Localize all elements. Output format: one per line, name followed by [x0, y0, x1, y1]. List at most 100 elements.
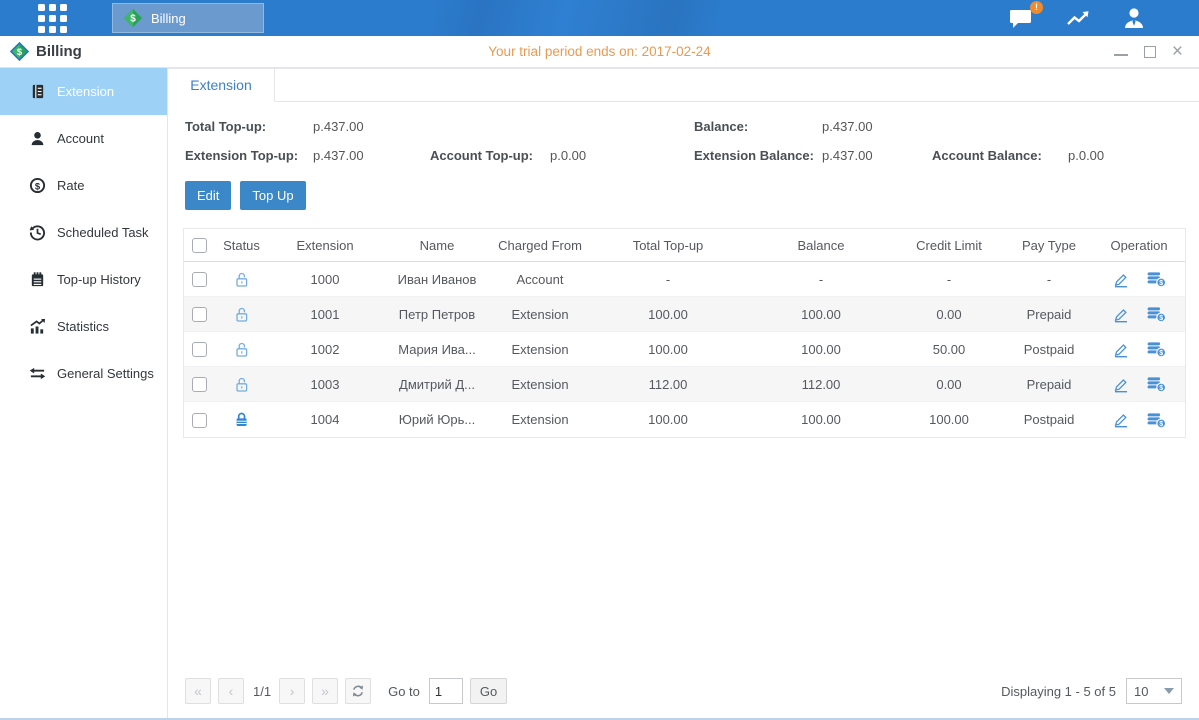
cell-pay-type: - — [1005, 272, 1093, 287]
topup-row-icon[interactable]: $ — [1146, 270, 1167, 288]
displaying-count: Displaying 1 - 5 of 5 — [1001, 684, 1116, 699]
grid-launcher-icon — [38, 4, 67, 33]
tab-extension[interactable]: Extension — [168, 69, 275, 102]
account-topup-value: p.0.00 — [550, 148, 694, 163]
goto-page-input[interactable] — [429, 678, 463, 704]
toolbar: Edit Top Up — [168, 163, 1199, 210]
cell-charged-from: Extension — [493, 412, 587, 427]
cell-credit-limit: 0.00 — [893, 377, 1005, 392]
svg-text:$: $ — [1159, 280, 1163, 287]
history-clock-icon — [28, 224, 46, 241]
col-name: Name — [381, 238, 493, 253]
refresh-button[interactable] — [345, 678, 371, 704]
billing-diamond-icon: $ — [123, 8, 143, 28]
edit-row-icon[interactable] — [1111, 376, 1130, 393]
balance-label: Balance: — [694, 119, 822, 134]
row-checkbox[interactable] — [192, 272, 207, 287]
cell-total-topup: 100.00 — [587, 412, 749, 427]
sidebar-item-label: Rate — [57, 178, 84, 193]
cell-balance: 100.00 — [749, 412, 893, 427]
sidebar-item-extension[interactable]: Extension — [0, 68, 167, 115]
row-checkbox[interactable] — [192, 413, 207, 428]
cell-extension: 1001 — [269, 307, 381, 322]
svg-text:$: $ — [1159, 421, 1163, 428]
user-menu-button[interactable] — [1121, 6, 1147, 30]
taskbar-billing-tab[interactable]: $ Billing — [112, 3, 264, 33]
cell-charged-from: Extension — [493, 307, 587, 322]
sidebar-item-label: Account — [57, 131, 104, 146]
edit-row-icon[interactable] — [1111, 271, 1130, 288]
app-launcher-button[interactable] — [38, 4, 67, 33]
lock-closed-icon[interactable] — [233, 411, 250, 428]
extension-topup-label: Extension Top-up: — [185, 148, 313, 163]
edit-row-icon[interactable] — [1111, 411, 1130, 428]
table-row: 1004 Юрий Юрь... Extension 100.00 100.00… — [184, 402, 1185, 437]
resource-monitor-button[interactable] — [1065, 8, 1091, 28]
sidebar-item-label: General Settings — [57, 366, 154, 381]
cell-total-topup: 100.00 — [587, 342, 749, 357]
account-balance-label: Account Balance: — [932, 148, 1068, 163]
page-size-select[interactable]: 10 — [1126, 678, 1182, 704]
row-checkbox[interactable] — [192, 377, 207, 392]
prev-page-button[interactable]: ‹ — [218, 678, 244, 704]
topup-row-icon[interactable]: $ — [1146, 411, 1167, 429]
lock-open-icon[interactable] — [233, 306, 250, 323]
cell-pay-type: Prepaid — [1005, 307, 1093, 322]
row-checkbox[interactable] — [192, 307, 207, 322]
extensions-table: Status Extension Name Charged From Total… — [183, 228, 1186, 438]
window-title: Billing — [36, 43, 82, 60]
svg-text:$: $ — [17, 47, 23, 58]
col-operation: Operation — [1093, 238, 1185, 253]
person-icon — [1121, 6, 1147, 30]
refresh-icon — [351, 684, 365, 698]
notifications-button[interactable]: ! — [1009, 7, 1035, 29]
first-page-button[interactable]: « — [185, 678, 211, 704]
sidebar-item-topup-history[interactable]: Top-up History — [0, 256, 167, 303]
cell-extension: 1004 — [269, 412, 381, 427]
sidebar-item-statistics[interactable]: Statistics — [0, 303, 167, 350]
sidebar-item-scheduled-task[interactable]: Scheduled Task — [0, 209, 167, 256]
close-button[interactable]: × — [1172, 45, 1183, 59]
cell-credit-limit: 0.00 — [893, 307, 1005, 322]
person-icon — [28, 130, 46, 147]
dollar-circle-icon: $ — [28, 177, 46, 194]
topup-row-icon[interactable]: $ — [1146, 375, 1167, 393]
last-page-button[interactable]: » — [312, 678, 338, 704]
window-title-group: $ Billing — [10, 42, 82, 61]
balance-value: p.437.00 — [822, 119, 932, 134]
next-page-button[interactable]: › — [279, 678, 305, 704]
extension-balance-value: p.437.00 — [822, 148, 932, 163]
topup-row-icon[interactable]: $ — [1146, 305, 1167, 323]
lock-open-icon[interactable] — [233, 271, 250, 288]
sidebar-item-general-settings[interactable]: General Settings — [0, 350, 167, 397]
lock-open-icon[interactable] — [233, 341, 250, 358]
cell-total-topup: - — [587, 272, 749, 287]
sliders-icon — [28, 365, 46, 382]
account-topup-label: Account Top-up: — [430, 148, 550, 163]
cell-pay-type: Postpaid — [1005, 412, 1093, 427]
col-extension: Extension — [269, 238, 381, 253]
edit-button[interactable]: Edit — [185, 181, 231, 210]
svg-text:$: $ — [1159, 315, 1163, 322]
trial-notice: Your trial period ends on: 2017-02-24 — [0, 44, 1199, 59]
extension-balance-label: Extension Balance: — [694, 148, 822, 163]
total-topup-label: Total Top-up: — [185, 119, 313, 134]
cell-balance: 100.00 — [749, 307, 893, 322]
lock-open-icon[interactable] — [233, 376, 250, 393]
edit-row-icon[interactable] — [1111, 306, 1130, 323]
table-body: 1000 Иван Иванов Account - - - - $ — [184, 262, 1185, 437]
sidebar-item-account[interactable]: Account — [0, 115, 167, 162]
sidebar-item-rate[interactable]: $ Rate — [0, 162, 167, 209]
edit-row-icon[interactable] — [1111, 341, 1130, 358]
minimize-button[interactable] — [1114, 48, 1128, 56]
maximize-button[interactable] — [1144, 46, 1156, 58]
row-checkbox[interactable] — [192, 342, 207, 357]
topup-row-icon[interactable]: $ — [1146, 340, 1167, 358]
topup-button[interactable]: Top Up — [240, 181, 305, 210]
go-button[interactable]: Go — [470, 678, 507, 704]
table-row: 1002 Мария Ива... Extension 100.00 100.0… — [184, 332, 1185, 367]
goto-label: Go to — [388, 684, 420, 699]
content-panel: Extension Total Top-up: p.437.00 Extensi… — [168, 68, 1199, 718]
tab-strip: Extension — [168, 68, 1199, 102]
select-all-checkbox[interactable] — [192, 238, 207, 253]
